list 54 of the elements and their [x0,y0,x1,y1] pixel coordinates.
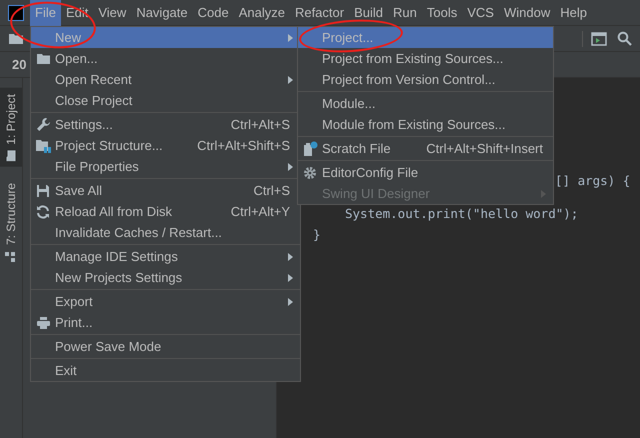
menu-item[interactable]: Open... [31,48,300,69]
printer-icon [36,316,50,330]
shortcut-label: Ctrl+Alt+Shift+Insert [426,141,543,156]
menu-bar-item[interactable]: Build [349,0,388,26]
tool-window-tab[interactable]: 1: Project [0,88,22,167]
shortcut-label: Ctrl+Alt+Y [230,204,290,219]
menu-item[interactable]: Close Project [31,90,300,111]
menu-item[interactable]: Reload All from Disk Ctrl+Alt+Y [31,201,300,222]
menu-item[interactable]: Project from Existing Sources... [298,48,553,69]
menu-item[interactable]: Manage IDE Settings [31,246,300,267]
menu-item[interactable]: EditorConfig File [298,162,553,183]
menu-bar-item[interactable]: VCS [462,0,499,26]
menu-item[interactable]: New Projects Settings [31,267,300,288]
menu-bar-item[interactable]: Code [192,0,234,26]
folder-icon [6,150,16,162]
scratch-file-icon [302,140,318,156]
menu-item[interactable]: Print... [31,312,300,333]
menu-item[interactable]: Save All Ctrl+S [31,180,300,201]
app-logo-icon [8,4,24,20]
gear-icon [303,166,317,180]
folder-grid-icon [35,138,51,152]
menu-bar-item[interactable]: Tools [422,0,462,26]
folder-icon [8,32,24,45]
menu-item[interactable]: Project from Version Control... [298,69,553,90]
shortcut-label: Ctrl+Alt+S [230,117,290,132]
code-line: [] args) { [555,172,630,190]
refresh-icon [36,204,50,218]
search-icon[interactable] [617,31,632,46]
menu-bar-item[interactable]: Run [388,0,422,26]
menu-item[interactable]: Invalidate Caches / Restart... [31,222,300,243]
menu-item[interactable]: Settings... Ctrl+Alt+S [31,114,300,135]
tool-window-tab[interactable]: 7: Structure [0,176,22,268]
menu-item[interactable]: Exit [31,360,300,381]
shortcut-label: Ctrl+Alt+Shift+S [197,138,290,153]
menu-bar-item[interactable]: Window [498,0,556,26]
menu-bar-item[interactable]: View [93,0,132,26]
menu-bar-item[interactable]: Help [555,0,592,26]
menu-item[interactable]: Scratch File Ctrl+Alt+Shift+Insert [298,138,553,159]
menu-bar-item[interactable]: Navigate [131,0,193,26]
shortcut-label: Ctrl+S [254,183,290,198]
menu-item[interactable]: Project Structure... Ctrl+Alt+Shift+S [31,135,300,156]
menu-item[interactable]: Module from Existing Sources... [298,114,553,135]
menu-item[interactable]: Export [31,291,300,312]
breadcrumb-label[interactable]: 20 [12,57,26,72]
wrench-icon [36,117,50,132]
code-line: } [313,226,321,244]
terminal-window-icon[interactable] [591,32,607,46]
floppy-icon [36,184,50,198]
menu-bar-item[interactable]: Analyze [234,0,290,26]
menu-bar-item[interactable]: Refactor [290,0,350,26]
menu-item[interactable]: Power Save Mode [31,336,300,357]
menu-item[interactable]: Module... [298,93,553,114]
code-line: System.out.print("hello word"); [345,205,578,223]
structure-icon [6,250,16,262]
